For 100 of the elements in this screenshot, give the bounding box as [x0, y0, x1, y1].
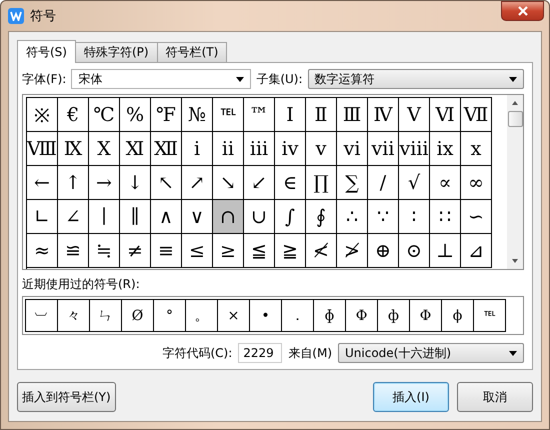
symbol-cell[interactable]: ɸ — [313, 299, 346, 332]
symbol-cell[interactable]: ↓ — [120, 166, 151, 200]
symbol-cell[interactable]: Ø — [121, 299, 154, 332]
symbol-cell[interactable]: ≒ — [89, 234, 120, 268]
symbol-cell[interactable]: ↙ — [244, 166, 275, 200]
symbol-cell[interactable]: ϕ — [441, 299, 474, 332]
char-code-field[interactable]: 2229 — [238, 343, 282, 363]
symbol-cell[interactable]: × — [217, 299, 250, 332]
symbol-cell[interactable]: Ⅳ — [368, 98, 399, 132]
symbol-cell[interactable]: ． — [281, 299, 314, 332]
symbol-cell[interactable]: ≮ — [306, 234, 337, 268]
symbol-cell[interactable]: ⅴ — [306, 132, 337, 166]
symbol-cell[interactable]: Ⅰ — [275, 98, 306, 132]
symbol-cell[interactable]: ⅶ — [368, 132, 399, 166]
symbol-cell[interactable]: ⊙ — [399, 234, 430, 268]
dialog-button[interactable]: 插入(I) — [373, 382, 449, 412]
symbol-cell[interactable]: ⅳ — [275, 132, 306, 166]
symbol-cell[interactable]: ∈ — [275, 166, 306, 200]
subset-dropdown[interactable]: 数字运算符 — [308, 69, 524, 89]
symbol-cell[interactable]: ↖ — [151, 166, 182, 200]
tab[interactable]: 符号(S) — [17, 40, 76, 63]
symbol-cell[interactable]: 々 — [57, 299, 90, 332]
symbol-cell[interactable]: ⅹ — [461, 132, 492, 166]
symbol-cell[interactable]: ⅸ — [430, 132, 461, 166]
symbol-cell[interactable]: ∩ — [213, 200, 244, 234]
font-dropdown[interactable]: 宋体 — [71, 69, 252, 89]
symbol-cell[interactable]: √ — [399, 166, 430, 200]
symbol-cell[interactable]: ∞ — [461, 166, 492, 200]
symbol-cell[interactable]: Ⅺ — [120, 132, 151, 166]
symbol-cell[interactable]: ∟ — [27, 200, 58, 234]
symbol-cell[interactable]: ∵ — [368, 200, 399, 234]
symbol-cell[interactable]: Ⅶ — [461, 98, 492, 132]
symbol-cell[interactable]: № — [182, 98, 213, 132]
symbol-cell[interactable]: ⅱ — [213, 132, 244, 166]
symbol-cell[interactable]: Ⅻ — [151, 132, 182, 166]
symbol-cell[interactable]: ∑ — [337, 166, 368, 200]
symbol-cell[interactable]: ∥ — [120, 200, 151, 234]
symbol-cell[interactable]: ︺ — [25, 299, 58, 332]
symbol-cell[interactable]: ← — [27, 166, 58, 200]
symbol-cell[interactable]: ※ — [27, 98, 58, 132]
symbol-cell[interactable]: ℡ — [473, 299, 506, 332]
encoding-dropdown[interactable]: Unicode(十六进制) — [338, 343, 524, 363]
symbol-cell[interactable]: ∝ — [430, 166, 461, 200]
symbol-cell[interactable]: Ⅲ — [337, 98, 368, 132]
symbol-cell[interactable]: ∴ — [337, 200, 368, 234]
symbol-cell[interactable]: € — [58, 98, 89, 132]
symbol-cell[interactable]: Ⅹ — [89, 132, 120, 166]
symbol-cell[interactable]: ℉ — [151, 98, 182, 132]
symbol-cell[interactable]: ∧ — [151, 200, 182, 234]
symbol-cell[interactable]: ≧ — [275, 234, 306, 268]
symbol-cell[interactable]: → — [89, 166, 120, 200]
symbol-cell[interactable]: ∮ — [306, 200, 337, 234]
symbol-cell[interactable]: ∫ — [275, 200, 306, 234]
symbol-cell[interactable]: Ⅵ — [430, 98, 461, 132]
scrollbar[interactable] — [507, 95, 523, 269]
symbol-cell[interactable]: Ⅱ — [306, 98, 337, 132]
symbol-cell[interactable]: ° — [153, 299, 186, 332]
symbol-cell[interactable]: ∏ — [306, 166, 337, 200]
symbol-cell[interactable]: ≠ — [120, 234, 151, 268]
tab[interactable]: 符号栏(T) — [156, 42, 228, 62]
symbol-cell[interactable]: ≤ — [182, 234, 213, 268]
symbol-cell[interactable]: ↑ — [58, 166, 89, 200]
symbol-cell[interactable]: Ⅴ — [399, 98, 430, 132]
symbol-cell[interactable]: ∣ — [89, 200, 120, 234]
symbol-cell[interactable]: ⊿ — [461, 234, 492, 268]
symbol-cell[interactable]: ⅲ — [244, 132, 275, 166]
symbol-cell[interactable]: ∽ — [461, 200, 492, 234]
symbol-cell[interactable]: ≯ — [337, 234, 368, 268]
dialog-button[interactable]: 插入到符号栏(Y) — [17, 382, 116, 412]
symbol-cell[interactable]: Ⅷ — [27, 132, 58, 166]
symbol-cell[interactable]: Φ — [409, 299, 442, 332]
symbol-cell[interactable]: ≦ — [244, 234, 275, 268]
symbol-cell[interactable]: Ⅸ — [58, 132, 89, 166]
close-button[interactable] — [501, 1, 544, 21]
symbol-cell[interactable]: ™ — [244, 98, 275, 132]
symbol-cell[interactable]: ⅵ — [337, 132, 368, 166]
symbol-cell[interactable]: ≌ — [58, 234, 89, 268]
symbol-cell[interactable]: 。 — [185, 299, 218, 332]
symbol-cell[interactable]: ⅰ — [182, 132, 213, 166]
symbol-cell[interactable]: ⊕ — [368, 234, 399, 268]
symbol-cell[interactable]: ⊥ — [430, 234, 461, 268]
symbol-cell[interactable]: ℃ — [89, 98, 120, 132]
symbol-cell[interactable]: • — [249, 299, 282, 332]
symbol-cell[interactable]: Ф — [345, 299, 378, 332]
symbol-cell[interactable]: ≥ — [213, 234, 244, 268]
symbol-cell[interactable]: ≡ — [151, 234, 182, 268]
symbol-cell[interactable]: ㄣ — [89, 299, 122, 332]
symbol-cell[interactable]: ∕ — [368, 166, 399, 200]
symbol-cell[interactable]: ∪ — [244, 200, 275, 234]
tab[interactable]: 特殊字符(P) — [74, 42, 158, 62]
symbol-cell[interactable]: ↗ — [182, 166, 213, 200]
symbol-cell[interactable]: ∷ — [430, 200, 461, 234]
symbol-cell[interactable]: ф — [377, 299, 410, 332]
symbol-cell[interactable]: % — [120, 98, 151, 132]
symbol-cell[interactable]: ∶ — [399, 200, 430, 234]
symbol-cell[interactable]: ⅷ — [399, 132, 430, 166]
dialog-button[interactable]: 取消 — [457, 382, 533, 412]
symbol-cell[interactable]: ∠ — [58, 200, 89, 234]
symbol-cell[interactable]: ℡ — [213, 98, 244, 132]
symbol-cell[interactable]: ≈ — [27, 234, 58, 268]
